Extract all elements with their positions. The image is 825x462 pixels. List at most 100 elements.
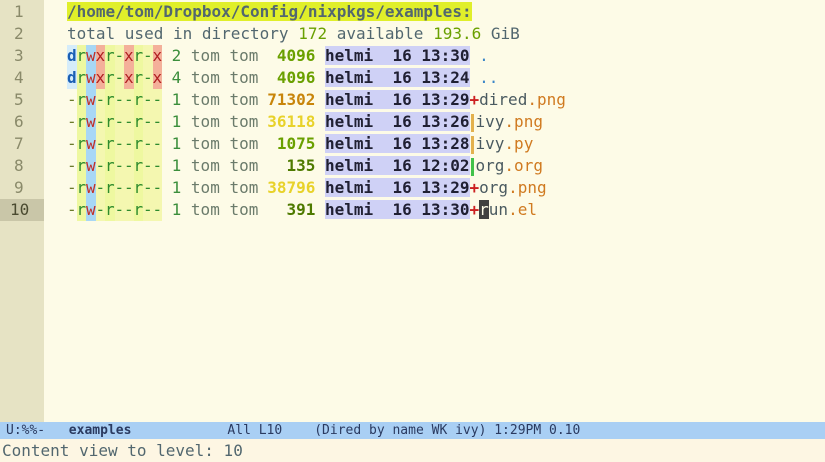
permission-char: d bbox=[67, 67, 77, 89]
modeline-state: U:%%- bbox=[6, 423, 46, 438]
date-time: 13:24 bbox=[421, 68, 470, 87]
permission-char: - bbox=[67, 133, 77, 155]
file-basename: org bbox=[479, 178, 509, 197]
permission-char: - bbox=[152, 111, 163, 133]
permission-char: r bbox=[76, 45, 87, 67]
permission-char: x bbox=[152, 45, 163, 67]
date-day: 16 bbox=[392, 200, 412, 219]
file-name[interactable]: org.png bbox=[479, 178, 546, 197]
modeline-major-mode[interactable]: (Dired by name WK ivy) bbox=[314, 423, 486, 438]
permission-char: r bbox=[76, 155, 87, 177]
dired-file-row[interactable]: drwxr-xr-x 4 tom tom 4096 helmi 16 13:24 … bbox=[67, 67, 498, 89]
mode-line: U:%%- examples All L10 (Dired by name WK i… bbox=[0, 422, 825, 439]
file-extension: .org bbox=[504, 156, 543, 175]
file-extension: .png bbox=[527, 90, 566, 109]
file-name[interactable]: dired.png bbox=[479, 90, 566, 109]
date-time: 13:30 bbox=[421, 46, 470, 65]
dired-file-row[interactable]: -rw-r--r-- 1 tom tom 71302 helmi 16 13:29… bbox=[67, 89, 566, 111]
permission-char: - bbox=[143, 155, 153, 177]
date-user: helmi bbox=[325, 90, 374, 109]
file-basename: .. bbox=[479, 68, 499, 87]
permission-char: - bbox=[152, 199, 163, 221]
date-time: 13:26 bbox=[421, 112, 470, 131]
permission-char: - bbox=[152, 155, 163, 177]
permission-char: - bbox=[114, 133, 125, 155]
permission-char: r bbox=[105, 67, 115, 89]
line-number: 5 bbox=[14, 90, 24, 109]
dired-file-row[interactable]: -rw-r--r-- 1 tom tom 391 helmi 16 13:30+r… bbox=[67, 199, 537, 221]
owner-group: tom tom bbox=[190, 200, 259, 219]
file-extension: .png bbox=[504, 112, 543, 131]
date-time: 12:02 bbox=[421, 156, 470, 175]
permission-char: - bbox=[67, 111, 77, 133]
dired-file-row[interactable]: -rw-r--r-- 1 tom tom 36118 helmi 16 13:26… bbox=[67, 111, 543, 133]
dired-file-row[interactable]: -rw-r--r-- 1 tom tom 38796 helmi 16 13:29… bbox=[67, 177, 547, 199]
git-modified-icon: + bbox=[469, 90, 480, 109]
file-basename: ivy bbox=[475, 112, 505, 131]
permission-char: r bbox=[105, 177, 115, 199]
permission-char: r bbox=[105, 199, 115, 221]
date-day: 16 bbox=[392, 46, 412, 65]
modeline-load: 0.10 bbox=[549, 423, 581, 438]
file-size: 4096 bbox=[276, 68, 316, 87]
permission-char: r bbox=[133, 199, 144, 221]
owner-group: tom tom bbox=[190, 156, 259, 175]
line-number: 4 bbox=[14, 68, 24, 87]
permission-char: - bbox=[143, 111, 153, 133]
permission-char: - bbox=[143, 133, 153, 155]
file-name[interactable]: org.org bbox=[476, 156, 543, 175]
file-name[interactable]: ivy.png bbox=[476, 112, 543, 131]
date-time: 13:30 bbox=[421, 200, 470, 219]
directory-path[interactable]: /home/tom/Dropbox/Config/nixpkgs/example… bbox=[67, 2, 472, 21]
modeline-position: All L10 bbox=[227, 423, 283, 438]
permission-char: - bbox=[67, 199, 77, 221]
file-size: 36118 bbox=[267, 112, 316, 131]
dired-file-row[interactable]: -rw-r--r-- 1 tom tom 135 helmi 16 12:02 or… bbox=[67, 155, 543, 177]
date-day: 16 bbox=[392, 68, 412, 87]
directory-header[interactable]: /home/tom/Dropbox/Config/nixpkgs/example… bbox=[67, 1, 472, 23]
file-basename: ivy bbox=[475, 134, 505, 153]
minibuffer[interactable]: Content view to level: 10 bbox=[0, 440, 825, 462]
file-size: 38796 bbox=[267, 178, 316, 197]
permission-char: - bbox=[95, 133, 106, 155]
permission-char: - bbox=[114, 67, 125, 89]
file-name[interactable]: ivy.py bbox=[476, 134, 534, 153]
modified-date: helmi 16 13:29 bbox=[325, 178, 470, 197]
permission-char: - bbox=[143, 89, 153, 111]
permission-char: r bbox=[105, 133, 115, 155]
dired-file-row[interactable]: drwxr-xr-x 2 tom tom 4096 helmi 16 13:30 … bbox=[67, 45, 489, 67]
date-user: helmi bbox=[325, 200, 374, 219]
permission-char: - bbox=[124, 177, 134, 199]
permission-char: x bbox=[152, 67, 163, 89]
current-line-number: 10 bbox=[0, 199, 44, 221]
total-line: total used in directory 172 available 19… bbox=[67, 23, 520, 45]
permission-char: - bbox=[114, 199, 125, 221]
date-time: 13:29 bbox=[421, 90, 470, 109]
permission-char: - bbox=[95, 155, 106, 177]
permissions: -rw-r--r-- bbox=[67, 111, 163, 133]
modeline-buffer-name[interactable]: examples bbox=[61, 423, 132, 438]
file-name[interactable]: .. bbox=[479, 68, 498, 87]
permission-char: - bbox=[143, 67, 153, 89]
permission-char: x bbox=[95, 45, 106, 67]
link-count: 1 bbox=[171, 112, 182, 131]
permission-char: - bbox=[143, 45, 153, 67]
link-count: 1 bbox=[171, 134, 182, 153]
date-day: 16 bbox=[392, 178, 412, 197]
permission-char: r bbox=[133, 155, 144, 177]
permissions: drwxr-xr-x bbox=[67, 67, 163, 89]
available-label: available bbox=[327, 24, 434, 43]
permission-char: - bbox=[152, 89, 163, 111]
file-name[interactable]: run.el bbox=[479, 200, 537, 219]
permission-char: - bbox=[124, 199, 134, 221]
permission-char: r bbox=[133, 133, 144, 155]
permission-char: r bbox=[133, 177, 144, 199]
permission-char: - bbox=[124, 111, 134, 133]
permission-char: r bbox=[76, 67, 87, 89]
owner-group: tom tom bbox=[190, 68, 259, 87]
dired-file-row[interactable]: -rw-r--r-- 1 tom tom 1075 helmi 16 13:28 i… bbox=[67, 133, 533, 155]
git-added-icon bbox=[470, 157, 474, 176]
permission-char: w bbox=[86, 67, 96, 89]
file-name[interactable]: . bbox=[479, 46, 489, 65]
date-user: helmi bbox=[325, 68, 374, 87]
